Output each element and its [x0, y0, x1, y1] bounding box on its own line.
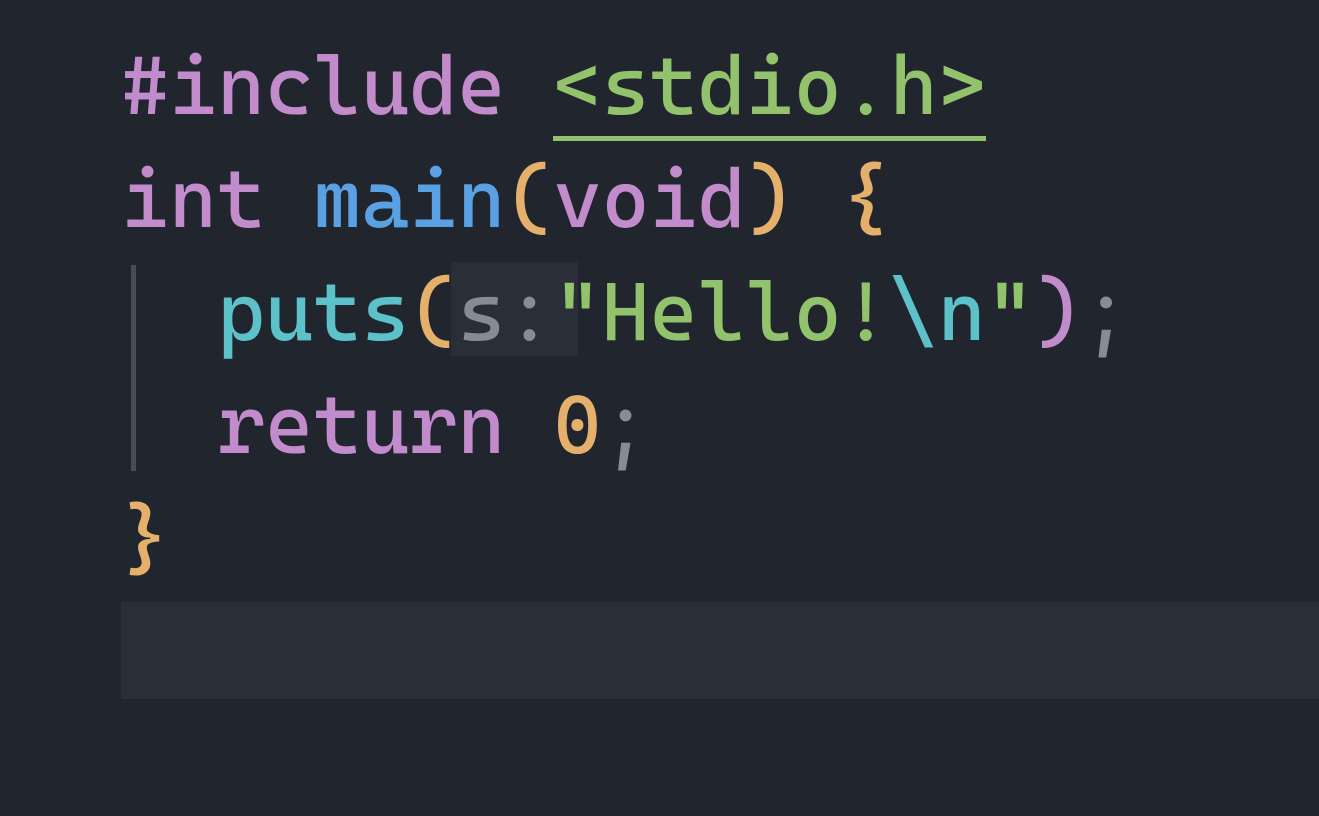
token-paren-open: ( — [505, 152, 553, 247]
token-number: 0 — [553, 378, 601, 473]
token-return: return — [217, 378, 505, 473]
inlay-hint-s: s: — [457, 265, 553, 360]
token-void: void — [553, 152, 745, 247]
token-string-quote: " — [986, 265, 1034, 360]
token-string-quote: " — [553, 265, 601, 360]
token-paren-close: ) — [746, 152, 794, 247]
token-semicolon: ; — [601, 378, 649, 473]
token-header: <stdio.h> — [553, 39, 985, 141]
token-type-int: int — [121, 152, 265, 247]
token-include: #include — [121, 39, 505, 134]
token-func-puts: puts — [217, 265, 409, 360]
token-brace-open: { — [842, 152, 890, 247]
indent — [121, 265, 217, 360]
token-brace-close: } — [121, 492, 169, 587]
indent — [121, 378, 217, 473]
token-escape: \n — [890, 265, 986, 360]
code-block: #include <stdio.h> int main(void) { puts… — [121, 30, 1130, 596]
token-string: Hello! — [601, 265, 889, 360]
token-semicolon: ; — [1082, 265, 1130, 360]
code-editor[interactable]: #include <stdio.h> int main(void) { puts… — [0, 0, 1319, 816]
token-func-main: main — [313, 152, 505, 247]
current-line-highlight — [121, 602, 1319, 699]
token-paren-close: ) — [1034, 265, 1082, 360]
token-paren-open: ( — [409, 265, 457, 360]
